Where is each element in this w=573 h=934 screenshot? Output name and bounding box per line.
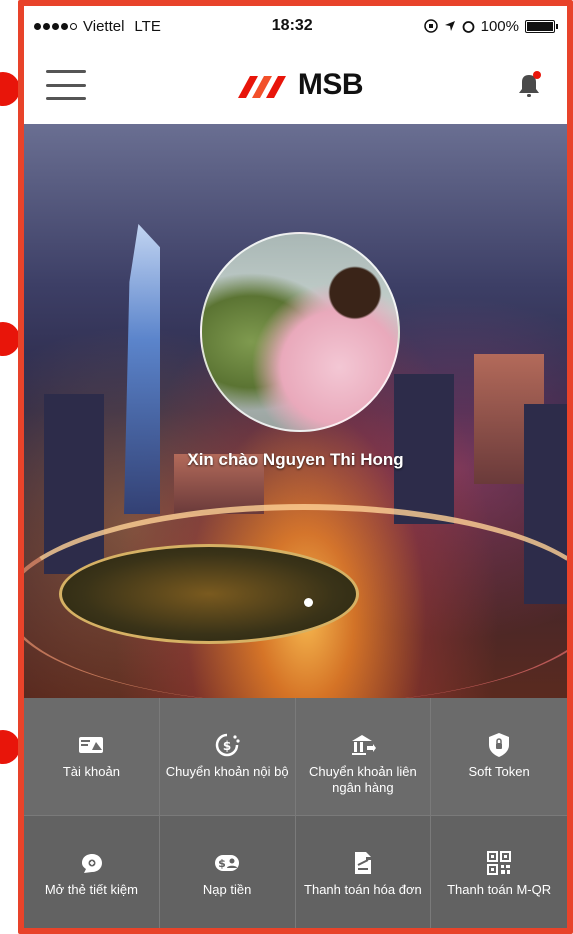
card-icon <box>79 737 104 753</box>
city-tower-decor <box>124 224 160 514</box>
app-logo: MSB <box>236 68 364 102</box>
tile-label: Tài khoản <box>62 764 120 779</box>
bill-icon <box>354 852 371 874</box>
tile-interbank-transfer[interactable]: Chuyển khoản liên ngân hàng <box>295 698 432 816</box>
logo-text: MSB <box>297 68 364 101</box>
qr-code-icon <box>487 851 512 875</box>
location-icon <box>444 21 455 31</box>
dollar-refresh-icon: $ <box>215 733 240 757</box>
nav-header: MSB <box>24 46 567 124</box>
tile-account[interactable]: Tài khoản <box>24 698 160 816</box>
annotation-marker-2 <box>0 72 20 106</box>
status-right: 100% <box>423 17 558 35</box>
status-bar: Viettel LTE 18:32 100% <box>24 6 567 46</box>
signal-icon <box>34 22 77 30</box>
tile-label: Chuyển khoản liên ngân hàng <box>309 764 417 795</box>
battery-percent: 100% <box>480 17 519 35</box>
feature-grid: Tài khoản $ Chuyển khoản nội bộ Chuyển k… <box>24 698 567 928</box>
carousel-dot[interactable] <box>304 598 313 607</box>
rotation-lock-icon <box>423 19 438 33</box>
network-type: LTE <box>134 17 161 35</box>
hamburger-icon[interactable] <box>46 70 86 100</box>
status-time: 18:32 <box>271 17 313 34</box>
greeting-text: Xin chào Nguyen Thi Hong <box>187 450 404 469</box>
hero-banner: Xin chào Nguyen Thi Hong <box>24 124 567 698</box>
tile-internal-transfer[interactable]: $ Chuyển khoản nội bộ <box>159 698 296 816</box>
tile-label: Nạp tiền <box>202 882 252 897</box>
piggy-bank-icon <box>82 854 103 873</box>
notification-badge <box>532 71 541 79</box>
bell-icon[interactable] <box>513 69 545 101</box>
svg-text:$: $ <box>218 857 226 870</box>
tile-label: Thanh toán M-QR <box>447 882 552 897</box>
user-avatar[interactable] <box>200 232 400 432</box>
roundabout-decor <box>59 544 359 644</box>
building-decor <box>394 374 454 524</box>
tile-label: Chuyển khoản nội bộ <box>165 764 289 779</box>
alarm-icon <box>462 20 475 33</box>
svg-text:$: $ <box>223 739 231 753</box>
tile-mqr-payment[interactable]: Thanh toán M-QR <box>431 816 567 928</box>
tile-open-savings[interactable]: Mở thẻ tiết kiệm <box>24 816 160 928</box>
tile-soft-token[interactable]: Soft Token <box>431 698 567 816</box>
topup-icon: $ <box>215 855 240 871</box>
carrier-name: Viettel <box>83 17 125 35</box>
bank-transfer-icon <box>351 735 376 755</box>
shield-icon <box>489 733 510 757</box>
annotation-marker-3 <box>0 322 20 356</box>
tile-label: Thanh toán hóa đơn <box>304 882 422 897</box>
tile-bill-payment[interactable]: Thanh toán hóa đơn <box>295 816 432 928</box>
tile-top-up[interactable]: $ Nạp tiền <box>159 816 296 928</box>
tile-label: Mở thẻ tiết kiệm <box>44 882 138 897</box>
tile-label: Soft Token <box>468 764 530 779</box>
phone-screen: Viettel LTE 18:32 100% MSB Xin chào Nguy… <box>18 0 573 934</box>
status-left: Viettel LTE <box>34 18 161 35</box>
battery-icon <box>525 19 558 33</box>
annotation-marker-4 <box>0 730 20 764</box>
msb-logo-mark <box>237 76 286 98</box>
